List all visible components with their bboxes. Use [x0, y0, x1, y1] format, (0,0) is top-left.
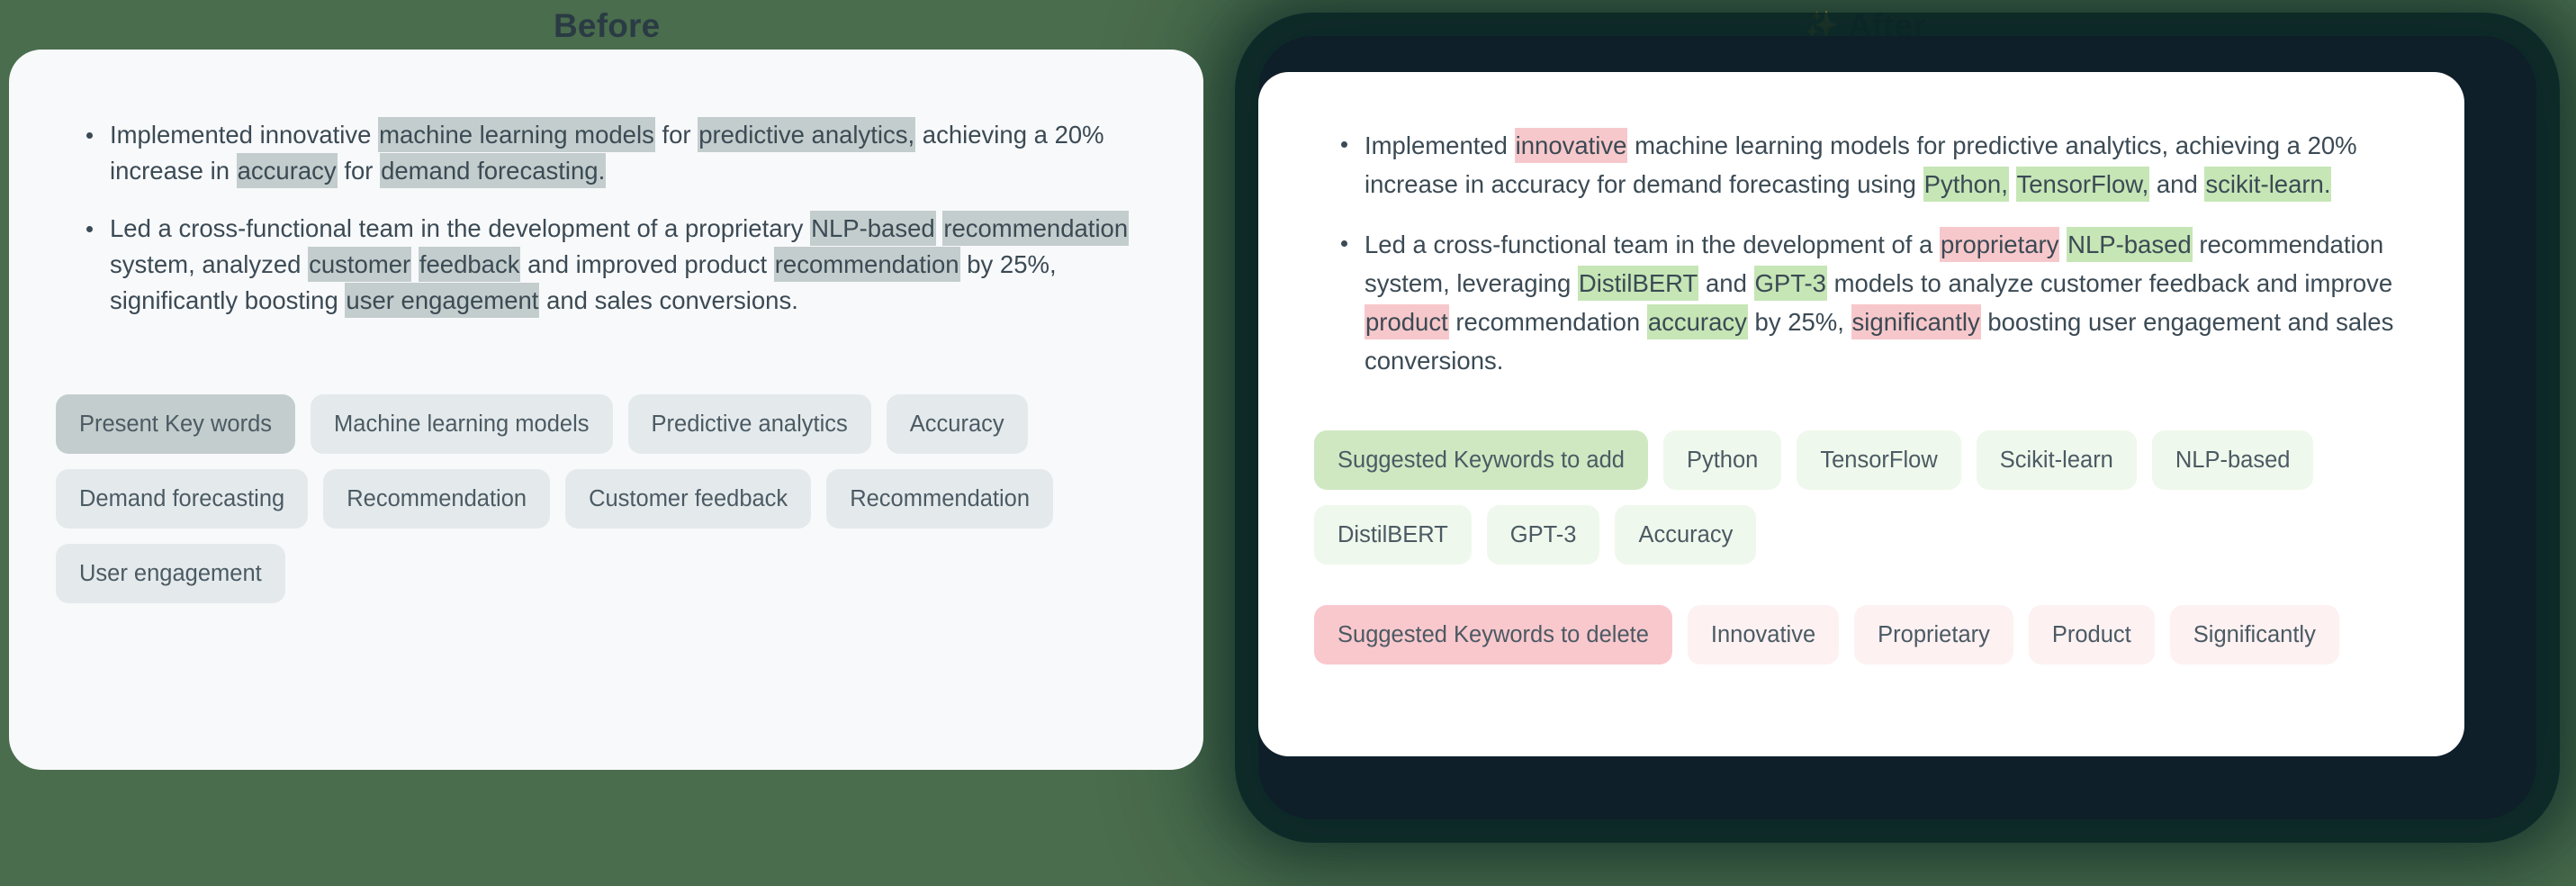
keyword-chip[interactable]: Predictive analytics: [627, 394, 871, 454]
comparison-stage: Before ✨ After Implemented innovative ma…: [0, 0, 2576, 886]
keyword-chip[interactable]: Product: [2028, 605, 2155, 664]
keyword-chip[interactable]: Recommendation: [323, 469, 551, 529]
after-add-keyword-chips: Suggested Keywords to add Python TensorFlo…: [1314, 430, 2430, 565]
before-heading: Before: [554, 7, 660, 45]
keyword-chip[interactable]: Accuracy: [886, 394, 1028, 454]
keyword-chip[interactable]: DistilBERT: [1314, 505, 1472, 565]
chip-group-label: Suggested Keywords to add: [1314, 430, 1648, 490]
highlight-gray: recommendation: [942, 211, 1130, 246]
highlight-green: Python,: [1923, 167, 2009, 202]
keyword-chip[interactable]: Innovative: [1687, 605, 1840, 664]
before-keyword-chips: Present Key words Machine learning models…: [56, 394, 1163, 603]
highlight-green: DistilBERT: [1577, 266, 1699, 301]
highlight-gray: NLP-based: [810, 211, 936, 246]
before-heading-label: Before: [554, 7, 661, 44]
highlight-gray: feedback: [418, 247, 521, 282]
keyword-chip[interactable]: User engagement: [56, 544, 285, 603]
highlight-green: TensorFlow,: [2015, 167, 2150, 202]
highlight-red: significantly: [1851, 304, 1981, 339]
keyword-chip[interactable]: Python: [1662, 430, 1782, 490]
keyword-chip[interactable]: Proprietary: [1854, 605, 2013, 664]
keyword-chip[interactable]: Scikit-learn: [1976, 430, 2137, 490]
before-bullet-list: Implemented innovative machine learning …: [79, 117, 1141, 340]
highlight-green: NLP-based: [2067, 227, 2193, 262]
after-bullet-2: Led a cross-functional team in the devel…: [1334, 225, 2432, 380]
keyword-chip[interactable]: Significantly: [2169, 605, 2339, 664]
before-bullet-1: Implemented innovative machine learning …: [79, 117, 1141, 189]
highlight-green: scikit-learn.: [2204, 167, 2332, 202]
highlight-green: GPT-3: [1753, 266, 1827, 301]
highlight-red: product: [1365, 304, 1449, 339]
keyword-chip[interactable]: Recommendation: [826, 469, 1054, 529]
keyword-chip[interactable]: GPT-3: [1486, 505, 1600, 565]
before-bullet-2: Led a cross-functional team in the devel…: [79, 211, 1141, 319]
keyword-chip[interactable]: Demand forecasting: [56, 469, 309, 529]
highlight-gray: recommendation: [773, 247, 960, 282]
highlight-green: accuracy: [1646, 304, 1748, 339]
highlight-gray: customer: [308, 247, 412, 282]
highlight-gray: predictive analytics,: [698, 117, 916, 152]
highlight-gray: accuracy: [236, 153, 338, 188]
keyword-chip[interactable]: Customer feedback: [565, 469, 812, 529]
highlight-gray: machine learning models: [378, 117, 655, 152]
highlight-red: innovative: [1514, 128, 1628, 163]
highlight-red: proprietary: [1940, 227, 2060, 262]
after-bullet-list: Implemented innovative machine learning …: [1334, 126, 2432, 402]
keyword-chip[interactable]: NLP-based: [2151, 430, 2314, 490]
keyword-chip[interactable]: TensorFlow: [1797, 430, 1961, 490]
highlight-gray: demand forecasting.: [380, 153, 607, 188]
chip-group-label: Present Key words: [56, 394, 296, 454]
chip-group-label: Suggested Keywords to delete: [1314, 605, 1672, 664]
after-bullet-1: Implemented innovative machine learning …: [1334, 126, 2432, 203]
after-delete-keyword-chips: Suggested Keywords to delete Innovative Pr…: [1314, 605, 2430, 664]
highlight-gray: user engagement: [345, 283, 540, 318]
keyword-chip[interactable]: Accuracy: [1615, 505, 1757, 565]
keyword-chip[interactable]: Machine learning models: [311, 394, 613, 454]
